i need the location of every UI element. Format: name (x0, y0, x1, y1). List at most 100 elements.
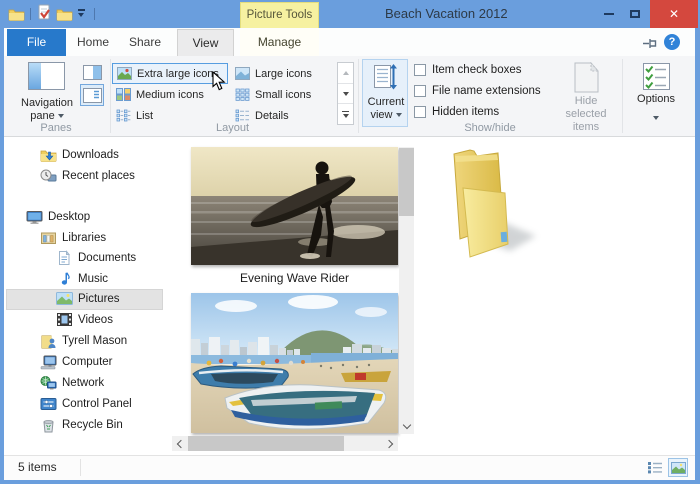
options-label: Options (637, 93, 675, 105)
current-view-icon (374, 64, 397, 90)
file-pane-vertical-scrollbar[interactable] (399, 147, 414, 434)
sidebar-item-music[interactable]: Music (78, 269, 108, 290)
desktop-icon (26, 209, 43, 225)
sidebar-item-tyrell-mason[interactable]: Tyrell Mason (62, 331, 127, 352)
quick-access-properties-icon[interactable] (36, 4, 52, 22)
options-button[interactable]: Options (628, 59, 684, 127)
preview-pane-icon (82, 64, 102, 80)
sidebar-item-videos[interactable]: Videos (78, 310, 113, 331)
file-name-extensions-label[interactable]: File name extensions (432, 85, 541, 98)
contextual-tool-header: Picture Tools (240, 2, 319, 28)
current-view-label: Current view (367, 96, 405, 121)
dropdown-caret-icon (395, 113, 402, 118)
tab-view[interactable]: View (177, 29, 234, 56)
dropdown-caret-icon (653, 109, 659, 127)
navigation-pane-button[interactable]: Navigation pane (18, 59, 76, 129)
chevron-left-icon (176, 439, 186, 448)
details-icon (235, 109, 250, 122)
details-pane-button[interactable] (80, 84, 104, 106)
sidebar-item-documents[interactable]: Documents (78, 248, 136, 269)
minimize-icon (604, 13, 614, 15)
pin-ribbon-icon[interactable] (642, 37, 658, 50)
computer-icon (40, 354, 57, 370)
qat-customize-caret-icon[interactable] (78, 9, 88, 17)
layout-small-icons[interactable]: Small icons (231, 84, 331, 105)
scrollbar-left-button[interactable] (172, 436, 187, 451)
navigation-pane-icon (28, 62, 65, 90)
tab-file[interactable]: File (7, 29, 66, 56)
mouse-cursor (212, 71, 226, 91)
hidden-items-label[interactable]: Hidden items (432, 106, 499, 119)
more-arrow-icon (342, 113, 349, 118)
quick-access-new-folder-icon[interactable] (56, 6, 73, 22)
layout-extra-large-icons[interactable]: Extra large icons (112, 63, 228, 84)
vertical-scrollbar-thumb[interactable] (399, 148, 414, 216)
close-button[interactable]: ✕ (650, 0, 698, 28)
current-view-button[interactable]: Current view (362, 59, 408, 127)
gallery-more-button[interactable] (338, 104, 353, 124)
qat-separator (94, 8, 95, 20)
layout-large-icons[interactable]: Large icons (231, 63, 331, 84)
sidebar-item-computer[interactable]: Computer (62, 352, 113, 373)
layout-group-label: Layout (215, 122, 250, 134)
hidden-items-checkbox[interactable] (414, 106, 426, 118)
thumbnail-view-toggle-button[interactable] (668, 458, 688, 477)
downloads-icon (40, 147, 57, 163)
boat-front (224, 384, 387, 430)
maximize-icon (630, 10, 640, 18)
details-view-toggle-button[interactable] (646, 459, 664, 476)
file-caption[interactable]: Evening Wave Rider (191, 271, 398, 285)
hide-selected-items-button[interactable]: Hide selected items (552, 59, 620, 133)
sidebar-item-recycle-bin[interactable]: Recycle Bin (62, 415, 123, 436)
preview-pane-button[interactable] (80, 62, 104, 82)
sidebar-item-recent-places[interactable]: Recent places (62, 166, 135, 187)
title-bar: Picture Tools Beach Vacation 2012 ✕ (0, 0, 700, 28)
sidebar-item-desktop[interactable]: Desktop (48, 207, 90, 228)
horizontal-scrollbar-thumb[interactable] (188, 436, 344, 451)
folder-icon (453, 149, 536, 258)
file-pane-horizontal-scrollbar[interactable] (172, 436, 398, 451)
large-icons-icon (235, 67, 250, 80)
control-panel-icon (40, 396, 57, 412)
help-icon[interactable]: ? (664, 34, 680, 50)
sidebar-item-control-panel[interactable]: Control Panel (62, 394, 132, 415)
sidebar-item-libraries[interactable]: Libraries (62, 228, 106, 249)
show-hide-group-label: Show/hide (464, 122, 516, 134)
group-separator (622, 59, 623, 133)
sidebar-item-pictures[interactable]: Pictures (78, 289, 120, 310)
tab-home[interactable]: Home (68, 29, 118, 56)
layout-medium-icons[interactable]: Medium icons (112, 84, 228, 105)
surfer-photo-image (191, 147, 398, 265)
folder-item-thumbnail[interactable] (440, 148, 545, 263)
photo-thumbnail-boats[interactable] (191, 293, 398, 433)
documents-icon (56, 250, 72, 266)
photo-thumbnail-evening-wave-rider[interactable] (191, 147, 398, 265)
list-icon (116, 109, 131, 122)
gallery-scroll-down-button[interactable] (338, 84, 353, 105)
scrollbar-right-button[interactable] (383, 436, 398, 451)
layout-gallery-scroll (337, 62, 354, 125)
close-icon: ✕ (668, 7, 680, 21)
music-icon (56, 271, 72, 287)
boat-back (192, 365, 289, 389)
options-icon (643, 63, 670, 90)
chevron-right-icon (384, 439, 394, 448)
libraries-icon (40, 230, 57, 246)
sidebar-item-network[interactable]: Network (62, 373, 104, 394)
file-name-extensions-checkbox[interactable] (414, 85, 426, 97)
scrollbar-down-button[interactable] (399, 418, 414, 434)
network-icon (40, 375, 57, 391)
tab-manage[interactable]: Manage (240, 29, 319, 56)
chevron-down-icon (402, 420, 411, 429)
item-check-boxes-label[interactable]: Item check boxes (432, 64, 521, 77)
tab-share[interactable]: Share (120, 29, 170, 56)
quick-access-folder-icon[interactable] (8, 6, 25, 22)
sidebar-item-downloads[interactable]: Downloads (62, 145, 119, 166)
item-check-boxes-checkbox[interactable] (414, 64, 426, 76)
dropdown-caret-icon (57, 114, 64, 119)
minimize-button[interactable] (596, 0, 622, 28)
details-view-icon (647, 462, 662, 474)
maximize-button[interactable] (622, 0, 648, 28)
gallery-scroll-up-button[interactable] (338, 63, 353, 84)
window-title: Beach Vacation 2012 (385, 6, 508, 21)
